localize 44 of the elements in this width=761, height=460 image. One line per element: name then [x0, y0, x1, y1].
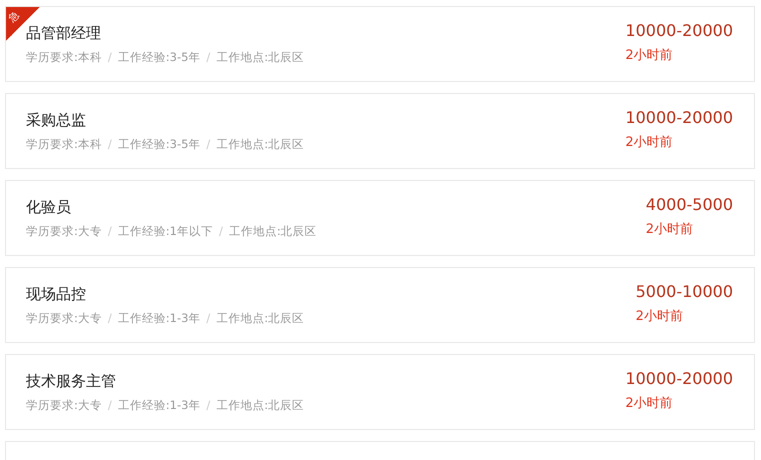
job-requirement: 工作地点:北辰区 — [228, 224, 317, 238]
salary: 10000-20000 — [625, 21, 733, 40]
job-requirement: 工作经验:3-5年 — [118, 50, 200, 64]
job-requirement: 工作地点:北辰区 — [216, 50, 304, 64]
job-requirement: 学历要求:大专 — [26, 310, 102, 326]
job-card[interactable]: 现场品控 学历要求:大专 / 工作经验:1-3年 / 工作地点:北辰区 5000-10000 2小时前 — [5, 267, 755, 343]
salary: 4000-5000 — [646, 195, 733, 214]
job-requirement: 工作经验:3-5年 — [118, 136, 200, 152]
posted-time: 2小时前 — [625, 134, 673, 151]
job-card[interactable]: 采购总监 学历要求:本科 / 工作经验:3-5年 / 工作地点:北辰区 10000-20000 2小时前 — [5, 93, 755, 169]
job-requirement: 学历要求:大专 — [26, 224, 102, 238]
job-requirement: 工作地点:北辰区 — [216, 136, 304, 152]
job-requirement: 学历要求:本科 — [26, 136, 102, 152]
posted-time: 2小时前 — [646, 221, 694, 238]
job-card[interactable]: 技术服务主管 学历要求:大专 / 工作经验:1-3年 / 工作地点:北辰区 10000-20000 2小时前 — [5, 354, 755, 430]
job-requirement: 工作地点:北辰区 — [216, 398, 304, 412]
separator: / — [108, 398, 112, 412]
posted-time: 2小时前 — [625, 47, 673, 64]
job-title[interactable]: 技术服务主管 — [26, 372, 304, 390]
job-card[interactable]: 化验员 学历要求:大专 / 工作经验:1年以下 / 工作地点:北辰区 4000-5000 2小时前 — [5, 180, 755, 256]
separator: / — [108, 310, 112, 326]
job-title[interactable]: 化验员 — [26, 198, 317, 216]
job-requirement: 学历要求:大专 — [26, 398, 102, 412]
separator: / — [206, 50, 210, 64]
separator: / — [206, 136, 210, 152]
separator: / — [108, 224, 112, 238]
job-card[interactable]: 急 品管部经理 学历要求:本科 / 工作经验:3-5年 / 工作地点:北辰区 10000-20000 2小时前 — [5, 6, 755, 82]
separator: / — [218, 224, 223, 238]
job-title[interactable]: 现场品控 — [26, 284, 304, 304]
job-requirement: 工作经验:1-3年 — [118, 310, 200, 326]
posted-time: 2小时前 — [636, 308, 683, 325]
salary: 10000-20000 — [625, 108, 733, 127]
salary: 10000-20000 — [625, 369, 733, 388]
separator: / — [108, 50, 112, 64]
separator: / — [206, 310, 210, 326]
posted-time: 2小时前 — [625, 395, 673, 412]
salary: 5000-10000 — [636, 282, 733, 301]
separator: / — [206, 398, 210, 412]
job-requirement: 学历要求:本科 — [26, 50, 102, 64]
job-requirement: 工作地点:北辰区 — [216, 310, 304, 326]
job-title[interactable]: 采购总监 — [26, 110, 304, 130]
separator: / — [108, 136, 112, 152]
job-requirement: 工作经验:1-3年 — [118, 398, 200, 412]
job-requirement: 工作经验:1年以下 — [118, 224, 213, 238]
